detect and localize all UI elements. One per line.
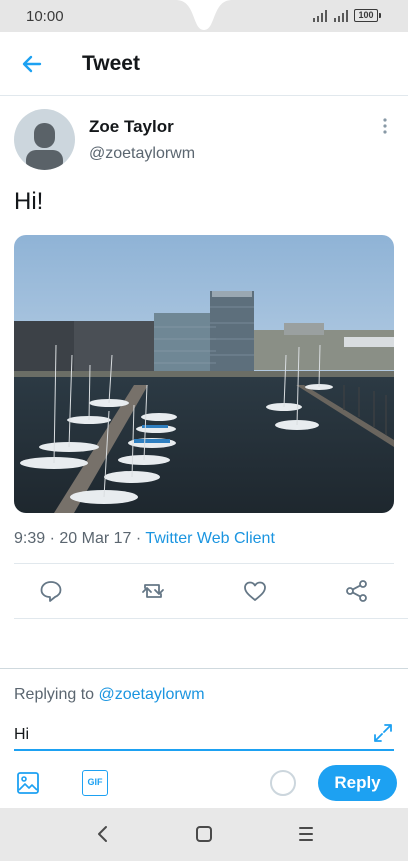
image-icon[interactable] [15,770,41,796]
tweet-time: 9:39 [14,530,46,547]
more-options-icon[interactable] [376,116,394,136]
divider [14,563,394,564]
divider-2 [14,618,408,619]
back-arrow-icon[interactable] [18,50,46,78]
harbor-photo [14,235,394,513]
reply-icon[interactable] [38,578,64,604]
tweet-date: 20 Mar 17 [59,530,132,547]
reply-button[interactable]: Reply [318,765,397,801]
author-handle[interactable]: @zoetaylorwm [89,145,195,163]
system-nav-bar [0,808,408,861]
tweet-meta: 9:39 · 20 Mar 17 · Twitter Web Client [14,530,275,548]
nav-home-icon[interactable] [192,822,216,846]
author-name[interactable]: Zoe Taylor [89,117,174,137]
character-counter [270,770,296,796]
status-time: 10:00 [26,8,64,25]
avatar[interactable] [14,109,75,170]
tweet-text: Hi! [14,188,44,215]
composer-divider [0,668,408,669]
signal-icon-2 [334,10,348,22]
page-title: Tweet [82,52,140,75]
nav-back-icon[interactable] [91,822,115,846]
like-icon[interactable] [242,578,268,604]
meta-separator: · [49,530,55,547]
battery-icon: 100 [354,9,381,22]
meta-separator-2: · [135,530,142,547]
tweet-image[interactable] [14,235,394,513]
replying-to: Replying to @zoetaylorwm [14,686,205,704]
share-icon[interactable] [344,578,370,604]
signal-icon [313,10,327,22]
replying-mention[interactable]: @zoetaylorwm [99,686,205,703]
expand-icon[interactable] [372,722,394,744]
app-header: Tweet [0,32,408,96]
status-bar: 10:00 100 [0,0,408,32]
tweet-client-link[interactable]: Twitter Web Client [145,530,275,547]
reply-input[interactable] [14,721,394,751]
gif-button[interactable]: GIF [82,770,108,796]
nav-menu-icon[interactable] [294,822,318,846]
default-avatar-icon [26,123,63,170]
replying-prefix: Replying to [14,686,95,703]
retweet-icon[interactable] [140,578,166,604]
